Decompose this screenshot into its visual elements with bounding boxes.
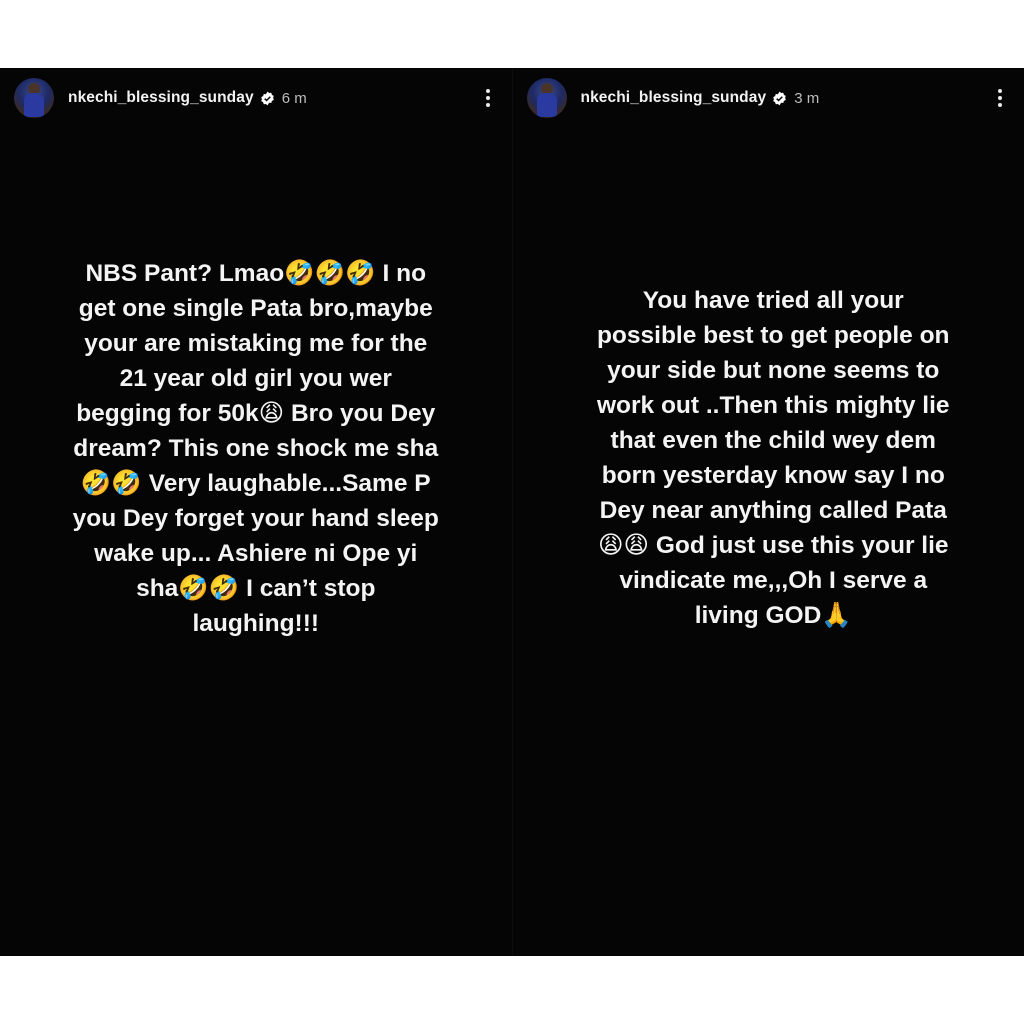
more-options-icon[interactable] bbox=[478, 84, 498, 112]
post-time: 6 m bbox=[281, 89, 307, 107]
story-header: nkechi_blessing_sunday 3 m bbox=[526, 76, 1011, 120]
verified-badge-icon bbox=[772, 91, 787, 106]
avatar[interactable] bbox=[526, 78, 567, 118]
post-time: 3 m bbox=[794, 89, 820, 107]
story-header: nkechi_blessing_sunday 6 m bbox=[14, 76, 498, 120]
avatar[interactable] bbox=[14, 78, 54, 118]
story-text: NBS Pant? Lmao🤣🤣🤣 I no get one single Pa… bbox=[72, 260, 439, 637]
username[interactable]: nkechi_blessing_sunday bbox=[68, 89, 254, 107]
stories-container: nkechi_blessing_sunday 6 m NBS Pant? Lma… bbox=[0, 68, 1024, 956]
story-text: You have tried all your possible best to… bbox=[596, 287, 950, 629]
story-panel[interactable]: nkechi_blessing_sunday 3 m You have trie… bbox=[511, 68, 1024, 956]
verified-badge-icon bbox=[260, 91, 275, 106]
more-options-icon[interactable] bbox=[990, 84, 1010, 112]
username[interactable]: nkechi_blessing_sunday bbox=[581, 89, 767, 107]
story-panel[interactable]: nkechi_blessing_sunday 6 m NBS Pant? Lma… bbox=[0, 68, 512, 956]
